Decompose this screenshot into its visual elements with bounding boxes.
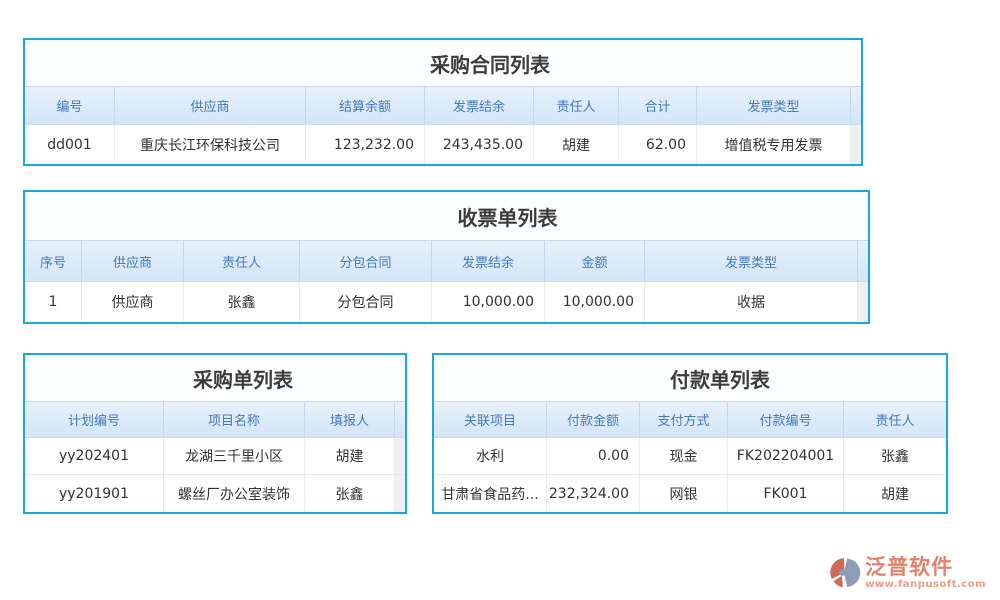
table-cell: 0.00 (547, 438, 640, 474)
column-header: 金额 (545, 241, 645, 281)
scrollbar-track (858, 241, 868, 281)
table-cell: 螺丝厂办公室装饰 (164, 475, 305, 512)
scrollbar-track (395, 475, 405, 512)
table-cell: 232,324.00 (547, 475, 640, 512)
table-cell: 收据 (645, 282, 858, 322)
brand-url-link[interactable]: www.fanpusoft.com (865, 579, 986, 590)
table-cell: 甘肃省食品药... (434, 475, 547, 512)
table-row[interactable]: yy201901 螺丝厂办公室装饰 张鑫 (25, 475, 405, 512)
table-row[interactable]: yy202401 龙湖三千里小区 胡建 (25, 438, 405, 475)
table-cell: 张鑫 (305, 475, 395, 512)
table-cell: 张鑫 (844, 438, 946, 474)
fanpu-watermark: 泛普软件 www.fanpusoft.com (828, 556, 986, 590)
column-header: 责任人 (184, 241, 300, 281)
column-header: 发票类型 (645, 241, 858, 281)
table-row[interactable]: 甘肃省食品药... 232,324.00 网银 FK001 胡建 (434, 475, 946, 512)
brand-name: 泛普软件 (865, 556, 953, 578)
table-cell: 分包合同 (300, 282, 432, 322)
table-cell: 现金 (640, 438, 728, 474)
table-title-text: 采购单列表 (193, 364, 293, 393)
table-row[interactable]: 1 供应商 张鑫 分包合同 10,000.00 10,000.00 收据 (25, 282, 868, 322)
table-title-text: 收票单列表 (458, 202, 558, 231)
table-cell: 胡建 (844, 475, 946, 512)
column-header: 序号 (25, 241, 82, 281)
purchase-order-table: 采购单列表 计划编号 项目名称 填报人 yy202401 龙湖三千里小区 胡建 … (23, 353, 407, 514)
table-cell: 水利 (434, 438, 547, 474)
table-cell: 10,000.00 (545, 282, 645, 322)
table-cell: 增值税专用发票 (697, 125, 851, 164)
table-cell: 龙湖三千里小区 (164, 438, 305, 474)
column-header: 分包合同 (300, 241, 432, 281)
column-header: 支付方式 (640, 402, 728, 437)
column-header: 合计 (619, 87, 697, 124)
table-row[interactable]: 水利 0.00 现金 FK202204001 张鑫 (434, 438, 946, 475)
table-cell: 重庆长江环保科技公司 (115, 125, 306, 164)
column-header: 项目名称 (164, 402, 305, 437)
table-cell: FK001 (728, 475, 844, 512)
table-cell: 供应商 (82, 282, 184, 322)
payment-title: 付款单列表 (434, 355, 946, 401)
table-cell: 胡建 (534, 125, 619, 164)
table-cell: 胡建 (305, 438, 395, 474)
purchase-contract-table: 采购合同列表 编号 供应商 结算余额 发票结余 责任人 合计 发票类型 dd00… (23, 38, 863, 166)
column-header: 供应商 (115, 87, 306, 124)
column-header: 填报人 (305, 402, 395, 437)
column-header: 关联项目 (434, 402, 547, 437)
fanpu-logo-icon (828, 556, 862, 590)
column-header: 供应商 (82, 241, 184, 281)
column-header: 编号 (25, 87, 115, 124)
column-header: 责任人 (844, 402, 946, 437)
column-header: 计划编号 (25, 402, 164, 437)
table-cell: 243,435.00 (425, 125, 534, 164)
column-header: 发票结余 (425, 87, 534, 124)
table-cell: dd001 (25, 125, 115, 164)
page: 采购合同列表 编号 供应商 结算余额 发票结余 责任人 合计 发票类型 dd00… (0, 0, 1000, 600)
table-cell: 网银 (640, 475, 728, 512)
column-header: 发票类型 (697, 87, 851, 124)
table-cell: 62.00 (619, 125, 697, 164)
table-cell: 123,232.00 (306, 125, 425, 164)
purchase-contract-title: 采购合同列表 (25, 40, 861, 86)
payment-table: 付款单列表 关联项目 付款金额 支付方式 付款编号 责任人 水利 0.00 现金… (432, 353, 948, 514)
table-cell: FK202204001 (728, 438, 844, 474)
scrollbar-track (851, 125, 861, 164)
scrollbar-track (395, 438, 405, 474)
payment-header: 关联项目 付款金额 支付方式 付款编号 责任人 (434, 401, 946, 438)
table-cell: yy202401 (25, 438, 164, 474)
scrollbar-track (858, 282, 868, 322)
receipt-table: 收票单列表 序号 供应商 责任人 分包合同 发票结余 金额 发票类型 1 供应商… (23, 190, 870, 324)
scrollbar-track (395, 402, 405, 437)
table-title-text: 采购合同列表 (430, 49, 550, 78)
column-header: 结算余额 (306, 87, 425, 124)
table-title-text: 付款单列表 (670, 364, 770, 393)
purchase-contract-header: 编号 供应商 结算余额 发票结余 责任人 合计 发票类型 (25, 86, 861, 125)
column-header: 付款编号 (728, 402, 844, 437)
purchase-order-title: 采购单列表 (25, 355, 405, 401)
column-header: 付款金额 (547, 402, 640, 437)
column-header: 发票结余 (432, 241, 545, 281)
column-header: 责任人 (534, 87, 619, 124)
brand-box: 泛普软件 www.fanpusoft.com (865, 556, 986, 589)
table-row[interactable]: dd001 重庆长江环保科技公司 123,232.00 243,435.00 胡… (25, 125, 861, 164)
scrollbar-track (851, 87, 861, 124)
purchase-order-header: 计划编号 项目名称 填报人 (25, 401, 405, 438)
receipt-header: 序号 供应商 责任人 分包合同 发票结余 金额 发票类型 (25, 240, 868, 282)
receipt-title: 收票单列表 (25, 192, 868, 240)
table-cell: 10,000.00 (432, 282, 545, 322)
table-cell: yy201901 (25, 475, 164, 512)
table-cell: 张鑫 (184, 282, 300, 322)
table-cell: 1 (25, 282, 82, 322)
